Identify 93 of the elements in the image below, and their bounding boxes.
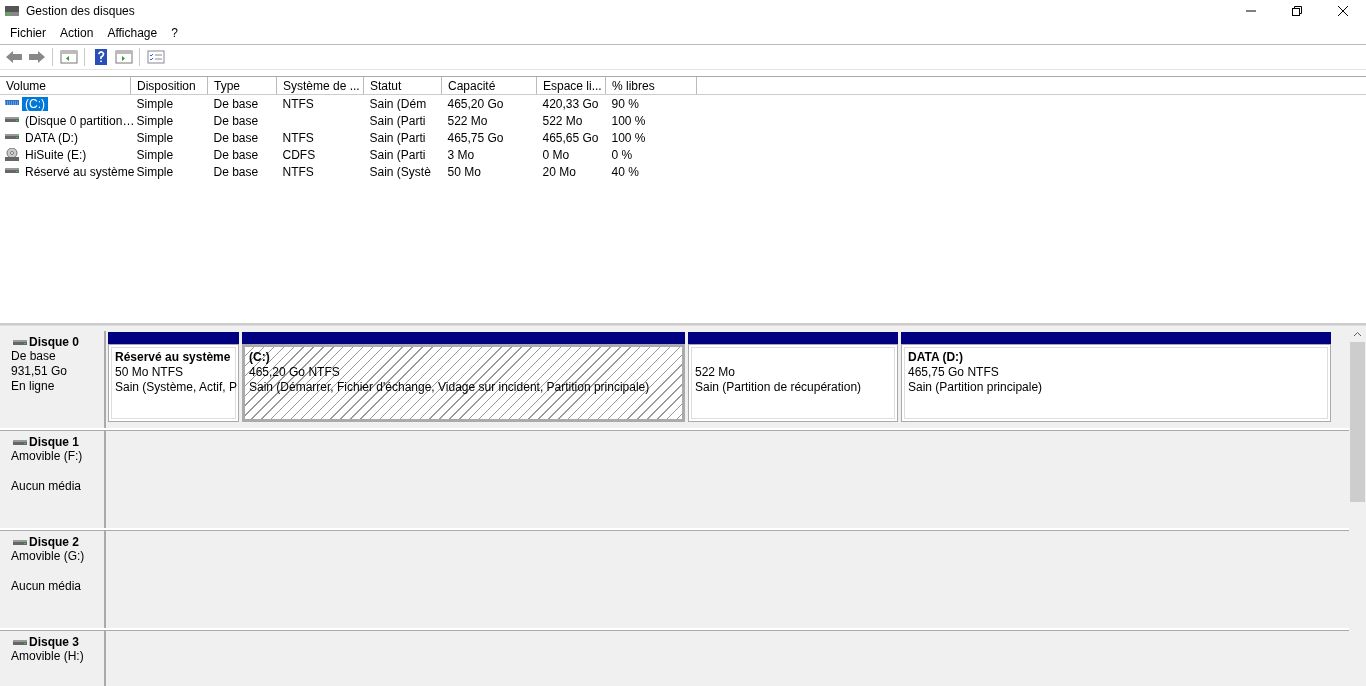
table-cell: 465,20 Go: [447, 96, 504, 111]
table-cell: Sain (Parti: [369, 113, 426, 128]
table-cell: Sain (Parti: [369, 147, 426, 162]
table-cell: Sain (Parti: [369, 130, 426, 145]
table-cell: De base: [213, 96, 259, 111]
menu-item[interactable]: Fichier: [3, 26, 53, 40]
column-header[interactable]: Espace li...: [536, 77, 606, 95]
disk-name: Disque 3: [29, 635, 79, 649]
table-row[interactable]: DATA (D:) Simple De base NTFS Sain (Parti 465,75 Go 465,65 Go 100 %: [0, 129, 1366, 146]
volume-name: Réservé au système: [24, 164, 136, 179]
menu-item[interactable]: Action: [53, 26, 101, 40]
table-cell: NTFS: [282, 96, 314, 111]
table-cell: 465,75 Go: [447, 130, 504, 145]
table-cell: 90 %: [611, 96, 639, 111]
table-cell: 0 %: [611, 147, 633, 162]
disk-name: Disque 0: [29, 335, 79, 349]
table-cell: 100 %: [611, 113, 646, 128]
partition-status: Sain (Partition principale): [908, 380, 1044, 395]
restore-icon[interactable]: [1291, 5, 1303, 17]
drive-icon: [13, 337, 27, 347]
menu-item[interactable]: ?: [164, 26, 185, 40]
partition-box[interactable]: Réservé au système 50 Mo NTFS Sain (Système, Actif, P: [108, 344, 239, 422]
table-cell: 40 %: [611, 164, 639, 179]
partition-size: 465,20 Go NTFS: [249, 365, 341, 380]
disk-status: Aucun média: [11, 579, 83, 594]
column-header[interactable]: Disposition: [130, 77, 208, 95]
table-cell: Sain (Systè: [369, 164, 431, 179]
table-cell: Simple: [136, 164, 174, 179]
table-cell: De base: [213, 147, 259, 162]
disk-name: Disque 1: [29, 435, 79, 449]
window-title: Gestion des disques: [26, 4, 135, 18]
disk-management-icon: [4, 4, 20, 18]
disk-size: 931,51 Go: [11, 364, 69, 379]
table-cell: De base: [213, 164, 259, 179]
column-header[interactable]: Statut: [363, 77, 442, 95]
table-cell: Sain (Dém: [369, 96, 427, 111]
menu-item[interactable]: Affichage: [100, 26, 165, 40]
table-row[interactable]: Réservé au système Simple De base NTFS Sain (Systè 50 Mo 20 Mo 40 %: [0, 163, 1366, 180]
partition-box[interactable]: DATA (D:) 465,75 Go NTFS Sain (Partition principale): [901, 344, 1331, 422]
table-cell: 522 Mo: [447, 113, 488, 128]
table-cell: Simple: [136, 96, 174, 111]
table-cell: NTFS: [282, 164, 314, 179]
table-row[interactable]: (Disque 0 partition… Simple De base Sain (Parti 522 Mo 522 Mo 100 %: [0, 112, 1366, 129]
drive-icon: [13, 637, 27, 647]
table-row[interactable]: HiSuite (E:) Simple De base CDFS Sain (Parti 3 Mo 0 Mo 0 %: [0, 146, 1366, 163]
table-cell: 100 %: [611, 130, 646, 145]
table-cell: Simple: [136, 147, 174, 162]
partition-status: Sain (Démarrer, Fichier d'échange, Vidage sur incident, Partition principale): [249, 380, 651, 395]
volume-name: HiSuite (E:): [24, 147, 88, 162]
table-cell: 0 Mo: [542, 147, 570, 162]
column-header[interactable]: % libres: [605, 77, 697, 95]
partition-box[interactable]: 522 Mo Sain (Partition de récupération): [688, 344, 898, 422]
partition-name: DATA (D:): [908, 350, 965, 365]
column-header[interactable]: Capacité: [441, 77, 537, 95]
table-cell: De base: [213, 113, 259, 128]
table-cell: Simple: [136, 113, 174, 128]
volume-name: (C:): [22, 96, 48, 111]
partition-status: Sain (Partition de récupération): [695, 380, 863, 395]
partition-name: (C:): [249, 350, 271, 365]
disk-status: Aucun média: [11, 479, 83, 494]
drive-icon: [13, 537, 27, 547]
table-cell: 522 Mo: [542, 113, 583, 128]
partition-size: 50 Mo NTFS: [115, 365, 184, 380]
disk-type: Amovible (H:): [11, 649, 85, 664]
column-header[interactable]: Volume: [0, 77, 131, 95]
disk-status: En ligne: [11, 379, 56, 394]
cd-drive-icon: [5, 148, 19, 161]
table-cell: De base: [213, 130, 259, 145]
drive-icon: [13, 437, 27, 447]
volume-name: DATA (D:): [24, 130, 79, 145]
disk-type: Amovible (G:): [11, 549, 86, 564]
partition-status: Sain (Système, Actif, P: [115, 380, 238, 395]
table-cell: 20 Mo: [542, 164, 576, 179]
close-icon[interactable]: [1337, 5, 1349, 17]
scrollbar-thumb[interactable]: [1350, 342, 1365, 502]
table-cell: CDFS: [282, 147, 316, 162]
partition-size: 465,75 Go NTFS: [908, 365, 1000, 380]
table-cell: 465,65 Go: [542, 130, 599, 145]
table-cell: 3 Mo: [447, 147, 475, 162]
table-cell: 420,33 Go: [542, 96, 599, 111]
partition-box[interactable]: (C:) 465,20 Go NTFS Sain (Démarrer, Fichier d'échange, Vidage sur incident, Partition principale): [242, 344, 685, 422]
table-cell: 50 Mo: [447, 164, 481, 179]
volume-name: (Disque 0 partition…: [24, 113, 136, 128]
table-cell: NTFS: [282, 130, 314, 145]
table-cell: Simple: [136, 130, 174, 145]
partition-size: 522 Mo: [695, 365, 737, 380]
disk-type: Amovible (F:): [11, 449, 84, 464]
disk-type: De base: [11, 349, 57, 364]
column-header[interactable]: Type: [207, 77, 277, 95]
partition-name: Réservé au système: [115, 350, 232, 365]
disk-name: Disque 2: [29, 535, 79, 549]
table-row[interactable]: (C:) Simple De base NTFS Sain (Dém 465,20 Go 420,33 Go 90 %: [0, 94, 1366, 112]
column-header[interactable]: Système de ...: [276, 77, 364, 95]
